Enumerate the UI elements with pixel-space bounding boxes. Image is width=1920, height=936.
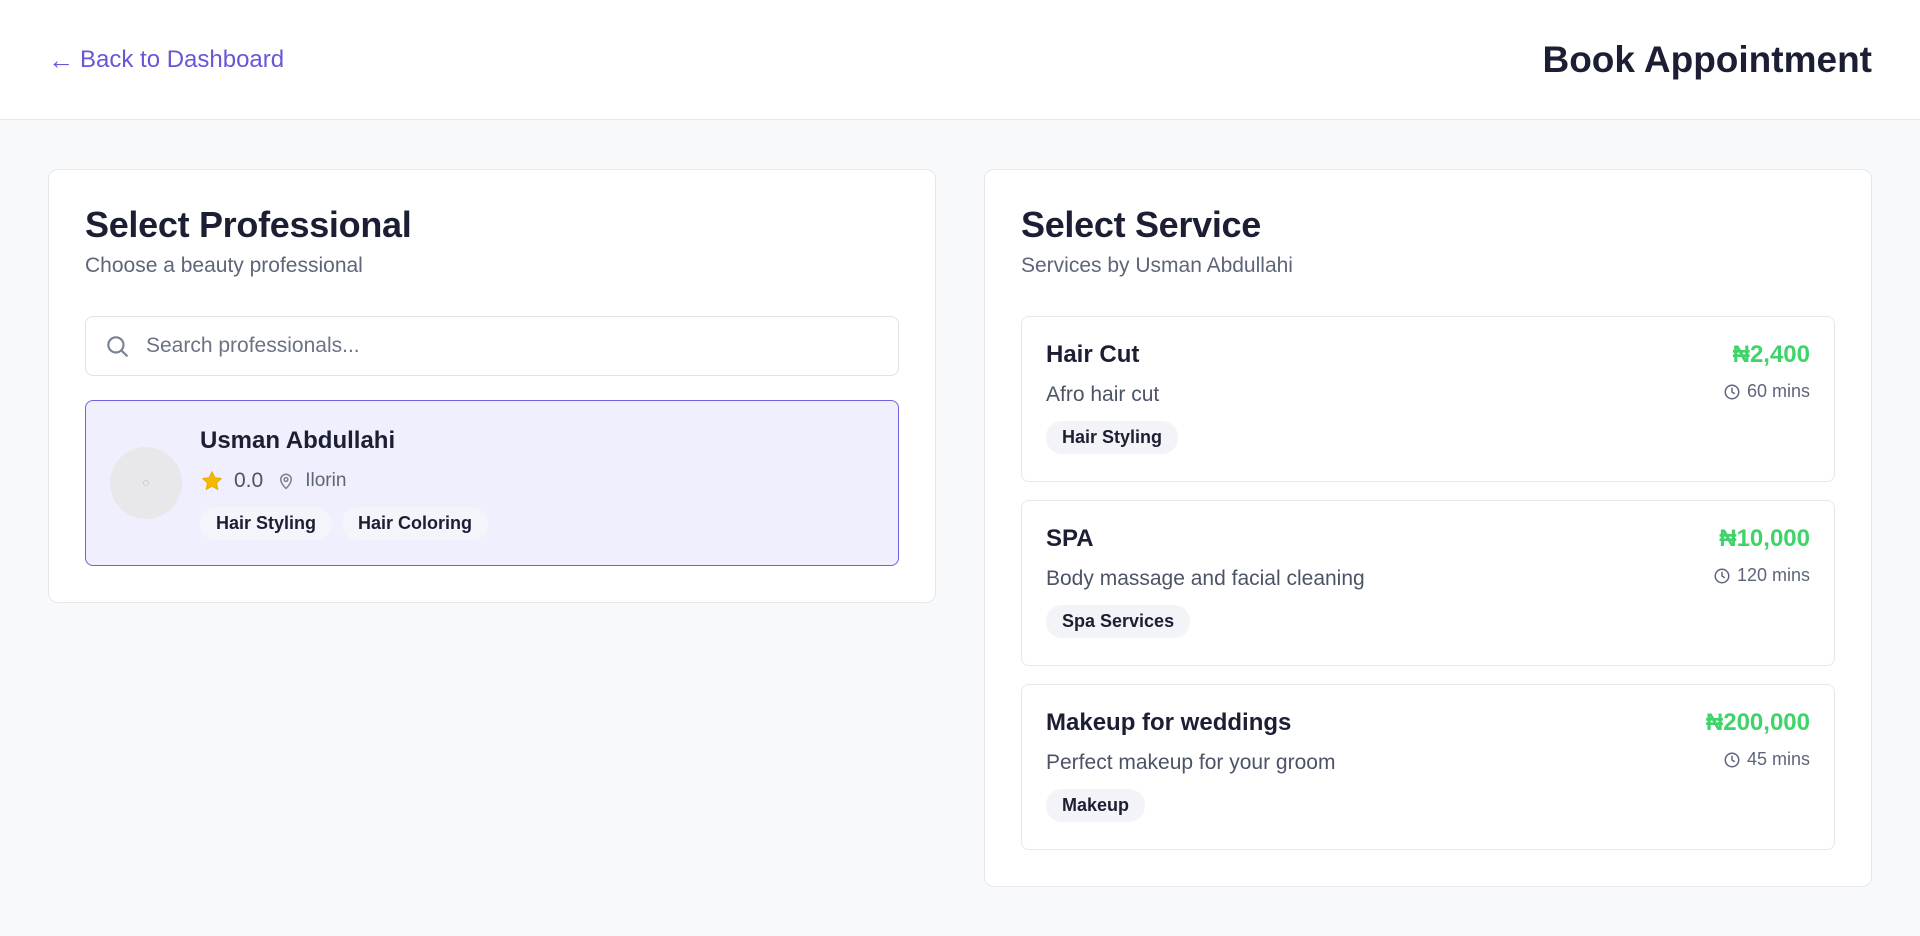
service-description: Afro hair cut [1046, 383, 1160, 406]
tag: Hair Styling [200, 507, 333, 540]
service-price: ₦10,000 [1719, 525, 1810, 552]
avatar-placeholder-icon [143, 480, 149, 486]
clock-icon [1724, 752, 1740, 767]
search-box[interactable] [85, 316, 899, 376]
duration-label: 60 mins [1746, 381, 1810, 401]
service-card-makeup-for-weddings[interactable]: Makeup for weddings Perfect makeup for y… [1021, 684, 1835, 850]
service-duration: 45 mins [1723, 749, 1810, 770]
service-tags: Spa Services [1046, 605, 1365, 638]
service-card-spa[interactable]: SPA Body massage and facial cleaning Spa… [1021, 500, 1835, 666]
tag: Hair Coloring [342, 507, 489, 540]
service-tags: Makeup [1046, 789, 1335, 822]
professional-tags: Hair Styling Hair Coloring [200, 507, 489, 540]
search-input[interactable] [146, 334, 880, 358]
clock-icon [1724, 384, 1740, 399]
back-to-dashboard-link[interactable]: ← Back to Dashboard [48, 46, 284, 74]
service-info: SPA Body massage and facial cleaning Spa… [1046, 525, 1365, 638]
service-name: SPA [1046, 525, 1094, 552]
service-price-info: ₦2,400 60 mins [1723, 341, 1810, 402]
location: Ilorin [305, 470, 347, 491]
main-content: Select Professional Choose a beauty prof… [0, 120, 1920, 887]
panel-title: Select Professional [85, 204, 412, 245]
tag: Hair Styling [1046, 421, 1179, 454]
service-description: Body massage and facial cleaning [1046, 567, 1365, 590]
service-description: Perfect makeup for your groom [1046, 751, 1336, 774]
star-icon [202, 471, 222, 490]
panel-subtitle: Choose a beauty professional [85, 254, 363, 277]
professional-meta: 0.0 Ilorin [200, 469, 488, 493]
service-tags: Hair Styling [1046, 421, 1179, 454]
duration-label: 120 mins [1736, 565, 1810, 585]
back-link-label: Back to Dashboard [80, 45, 285, 73]
select-service-panel: Select Service Services by Usman Abdulla… [984, 169, 1872, 887]
select-professional-panel: Select Professional Choose a beauty prof… [48, 169, 936, 603]
service-info: Makeup for weddings Perfect makeup for y… [1046, 709, 1335, 822]
rating-value: 0.0 [234, 469, 264, 492]
service-name: Makeup for weddings [1046, 709, 1292, 736]
clock-icon [1714, 568, 1730, 583]
professional-info: Usman Abdullahi 0.0 Ilorin Hair Styling … [200, 427, 489, 540]
tag: Makeup [1046, 789, 1146, 822]
service-duration: 120 mins [1713, 565, 1810, 586]
map-pin-icon [280, 473, 293, 490]
professional-card-usman-abdullahi[interactable]: Usman Abdullahi 0.0 Ilorin Hair Styling … [85, 400, 899, 566]
panel-title: Select Service [1021, 204, 1261, 245]
service-name: Hair Cut [1046, 341, 1140, 368]
page-header: ← Back to Dashboard Book Appointment [0, 0, 1920, 120]
page-title: Book Appointment [1542, 38, 1872, 80]
service-card-hair-cut[interactable]: Hair Cut Afro hair cut Hair Styling ₦2,4… [1021, 316, 1835, 482]
avatar [110, 447, 182, 519]
service-duration: 60 mins [1723, 381, 1810, 402]
panel-subtitle: Services by Usman Abdullahi [1021, 254, 1293, 277]
duration-label: 45 mins [1746, 749, 1810, 769]
arrow-left-icon: ← [48, 44, 74, 75]
professional-name: Usman Abdullahi [200, 427, 396, 454]
tag: Spa Services [1046, 605, 1191, 638]
service-price: ₦200,000 [1705, 709, 1810, 736]
service-info: Hair Cut Afro hair cut Hair Styling [1046, 341, 1179, 454]
service-price-info: ₦10,000 120 mins [1713, 525, 1810, 586]
service-price-info: ₦200,000 45 mins [1706, 709, 1810, 770]
service-price: ₦2,400 [1732, 341, 1810, 368]
search-icon [107, 336, 128, 357]
